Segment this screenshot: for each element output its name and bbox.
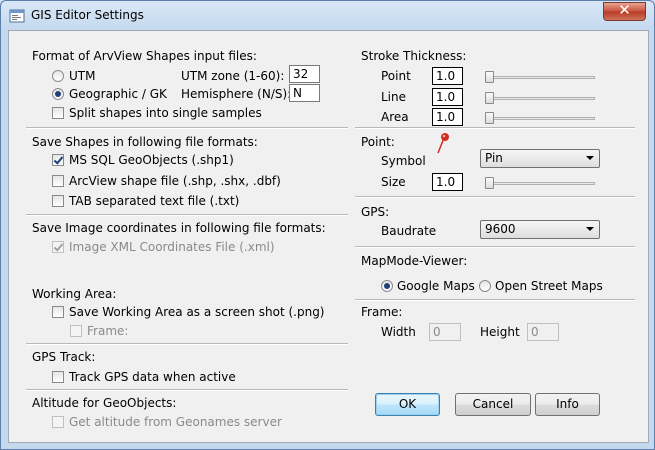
arcview-shape-checkbox[interactable] [52, 175, 64, 187]
gps-track-heading: GPS Track: [32, 350, 96, 364]
open-street-maps-label[interactable]: Open Street Maps [495, 279, 603, 293]
settings-window: GIS Editor Settings ✕ Format of ArvView … [0, 0, 655, 450]
utm-radio[interactable] [52, 70, 64, 82]
baudrate-dropdown[interactable]: 9600 [480, 220, 600, 239]
mssql-geoobjects-checkbox[interactable] [52, 154, 64, 166]
stroke-line-input[interactable]: 1.0 [432, 88, 463, 106]
save-shapes-heading: Save Shapes in following file formats: [32, 135, 258, 149]
symbol-dropdown-value: Pin [485, 151, 503, 165]
frame-height-input[interactable]: 0 [527, 323, 559, 341]
geonames-altitude-label[interactable]: Get altitude from Geonames server [69, 415, 282, 429]
track-gps-label[interactable]: Track GPS data when active [69, 370, 236, 384]
google-maps-radio[interactable] [381, 280, 393, 292]
frame-width-label: Width [381, 325, 416, 339]
window-title: GIS Editor Settings [31, 8, 144, 22]
split-shapes-label[interactable]: Split shapes into single samples [69, 106, 262, 120]
open-street-maps-radio[interactable] [479, 280, 491, 292]
info-button[interactable]: Info [535, 393, 600, 416]
arcview-shape-label[interactable]: ArcView shape file (.shp, .shx, .dbf) [69, 174, 281, 188]
divider [26, 343, 348, 345]
pin-icon [437, 133, 449, 154]
point-heading: Point: [361, 135, 395, 149]
stroke-area-slider-track[interactable] [487, 117, 595, 120]
geographic-gk-radio-label[interactable]: Geographic / GK [69, 87, 167, 101]
point-size-slider-track[interactable] [487, 182, 595, 185]
stroke-point-slider-track[interactable] [487, 76, 595, 79]
working-area-screenshot-label[interactable]: Save Working Area as a screen shot (.png… [69, 305, 325, 319]
chevron-down-icon [586, 227, 594, 231]
stroke-line-slider-thumb[interactable] [485, 92, 494, 104]
geographic-gk-radio[interactable] [52, 88, 64, 100]
track-gps-checkbox[interactable] [52, 371, 64, 383]
image-xml-label[interactable]: Image XML Coordinates File (.xml) [69, 240, 275, 254]
image-xml-checkbox[interactable] [52, 241, 64, 253]
divider [26, 214, 348, 216]
utm-radio-label[interactable]: UTM [69, 69, 95, 83]
altitude-heading: Altitude for GeoObjects: [32, 396, 177, 410]
divider [355, 127, 635, 129]
close-icon: ✕ [618, 1, 631, 19]
stroke-area-input[interactable]: 1.0 [432, 108, 463, 126]
gps-heading: GPS: [361, 205, 390, 219]
geonames-altitude-checkbox[interactable] [52, 416, 64, 428]
hemisphere-label: Hemisphere (N/S): [181, 87, 292, 101]
close-button[interactable]: ✕ [603, 1, 646, 21]
stroke-area-slider-thumb[interactable] [485, 112, 494, 124]
divider [26, 127, 348, 129]
point-size-input[interactable]: 1.0 [432, 173, 463, 191]
frame-height-label: Height [480, 325, 520, 339]
app-window-icon [9, 9, 25, 23]
divider [355, 196, 635, 198]
chevron-down-icon [586, 156, 594, 160]
point-size-slider-thumb[interactable] [485, 177, 494, 189]
split-shapes-checkbox[interactable] [52, 107, 64, 119]
frame-heading: Frame: [361, 305, 403, 319]
frame-checkbox-label[interactable]: Frame: [87, 324, 128, 338]
utm-zone-label: UTM zone (1-60): [181, 69, 285, 83]
divider [355, 299, 635, 301]
symbol-dropdown[interactable]: Pin [480, 149, 600, 168]
frame-checkbox[interactable] [70, 325, 82, 337]
stroke-line-label: Line [381, 90, 407, 104]
dialog-client-area: Format of ArvView Shapes input files: UT… [8, 30, 649, 443]
google-maps-label[interactable]: Google Maps [397, 279, 475, 293]
baudrate-dropdown-value: 9600 [485, 222, 516, 236]
cancel-button[interactable]: Cancel [455, 393, 531, 416]
tab-separated-label[interactable]: TAB separated text file (.txt) [69, 194, 239, 208]
utm-zone-input[interactable]: 32 [289, 65, 320, 83]
stroke-point-input[interactable]: 1.0 [432, 67, 463, 85]
point-size-label: Size [381, 175, 406, 189]
title-bar[interactable]: GIS Editor Settings ✕ [1, 1, 654, 31]
divider [26, 389, 348, 391]
working-area-heading: Working Area: [32, 287, 117, 301]
frame-width-input[interactable]: 0 [429, 323, 461, 341]
save-image-heading: Save Image coordinates in following file… [32, 221, 326, 235]
working-area-screenshot-checkbox[interactable] [52, 306, 64, 318]
stroke-point-slider-thumb[interactable] [485, 71, 494, 83]
baudrate-label: Baudrate [381, 224, 437, 238]
mapmode-heading: MapMode-Viewer: [361, 254, 468, 268]
ok-button[interactable]: OK [375, 393, 440, 416]
stroke-line-slider-track[interactable] [487, 97, 595, 100]
tab-separated-checkbox[interactable] [52, 195, 64, 207]
stroke-point-label: Point [381, 69, 411, 83]
symbol-label: Symbol [381, 154, 426, 168]
stroke-area-label: Area [381, 110, 409, 124]
shapes-format-heading: Format of ArvView Shapes input files: [32, 49, 257, 63]
stroke-thickness-heading: Stroke Thickness: [361, 49, 467, 63]
mssql-geoobjects-label[interactable]: MS SQL GeoObjects (.shp1) [69, 153, 234, 167]
divider [355, 246, 635, 248]
hemisphere-input[interactable]: N [289, 84, 320, 102]
